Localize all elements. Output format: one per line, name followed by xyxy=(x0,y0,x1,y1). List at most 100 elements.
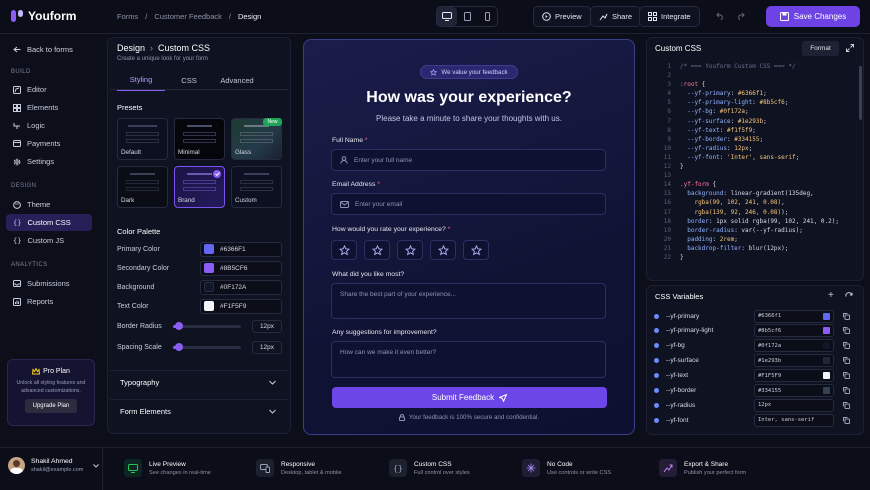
undo-icon[interactable] xyxy=(716,12,725,20)
css-code-editor[interactable]: 1/* === Youform Custom CSS === */2 3:root… xyxy=(653,62,853,262)
sidebar-item-settings[interactable]: Settings xyxy=(6,153,92,170)
add-variable-icon[interactable]: + xyxy=(828,291,834,301)
form-elements-accordion[interactable]: Form Elements xyxy=(110,399,288,423)
sidebar-item-custom-css[interactable]: {} Custom CSS xyxy=(6,214,92,231)
color-swatch[interactable] xyxy=(204,244,214,254)
variable-value-input[interactable]: #0f172a xyxy=(754,339,834,353)
breadcrumb-forms[interactable]: Forms xyxy=(117,12,138,21)
improve-textarea[interactable]: How can we make it even better? xyxy=(331,341,606,378)
share-label: Share xyxy=(612,12,633,21)
variable-swatch[interactable] xyxy=(823,387,830,394)
braces-icon: {} xyxy=(389,459,407,477)
full-name-input[interactable]: Enter your full name xyxy=(331,149,606,171)
desktop-view-button[interactable] xyxy=(437,7,457,26)
sidebar-item-logic[interactable]: Logic xyxy=(6,117,92,134)
format-button[interactable]: Format xyxy=(802,41,839,56)
copy-icon[interactable] xyxy=(843,327,850,335)
rating-star-5[interactable] xyxy=(463,240,489,260)
star-icon xyxy=(371,244,383,256)
variable-row: --yf-text #F1F5F9 xyxy=(654,369,854,383)
color-swatch[interactable] xyxy=(204,263,214,273)
copy-icon[interactable] xyxy=(843,416,850,424)
like-label: What did you like most? xyxy=(332,271,405,278)
logic-icon xyxy=(13,122,21,130)
submit-feedback-button[interactable]: Submit Feedback xyxy=(332,387,607,408)
design-panel-title: Design › Custom CSS xyxy=(117,43,211,53)
copy-icon[interactable] xyxy=(843,312,850,320)
border-radius-value[interactable]: 12px xyxy=(252,320,282,333)
variable-swatch[interactable] xyxy=(823,357,830,365)
mobile-view-button[interactable] xyxy=(477,7,497,26)
sidebar-item-theme[interactable]: Theme xyxy=(6,196,92,213)
user-profile[interactable]: Shakil Ahmed shakil@example.com xyxy=(8,457,100,474)
feature-live-preview: Live Preview See changes in real-time xyxy=(124,455,211,481)
breadcrumb-customer-feedback[interactable]: Customer Feedback xyxy=(154,12,222,21)
back-to-forms-link[interactable]: Back to forms xyxy=(13,45,73,54)
crown-icon xyxy=(32,368,41,375)
color-swatch[interactable] xyxy=(204,282,214,292)
sidebar-item-custom-js[interactable]: {} Custom JS xyxy=(6,232,92,249)
variable-value: Inter, sans-serif xyxy=(758,417,815,424)
spacing-scale-slider[interactable] xyxy=(172,343,241,351)
copy-icon[interactable] xyxy=(843,372,850,380)
palette-icon xyxy=(13,200,21,209)
sidebar-item-label: Elements xyxy=(27,103,59,112)
background-color-input[interactable]: #0F172A xyxy=(200,279,282,295)
spacing-scale-value[interactable]: 12px xyxy=(251,341,282,354)
rating-star-2[interactable] xyxy=(364,240,390,260)
text-color-input[interactable]: #F1F5F9 xyxy=(200,298,282,314)
sidebar-item-reports[interactable]: Reports xyxy=(6,293,92,310)
feature-responsive: Responsive Desktop, tablet & mobile xyxy=(256,455,342,481)
upgrade-plan-button[interactable]: Upgrade Plan xyxy=(25,399,77,413)
copy-icon[interactable] xyxy=(843,387,850,394)
email-input[interactable]: Enter your email xyxy=(331,193,606,215)
like-textarea[interactable]: Share the best part of your experience..… xyxy=(331,283,606,319)
copy-icon[interactable] xyxy=(843,357,850,365)
app-logo[interactable]: Youform xyxy=(10,9,76,23)
code-line: 4 --yf-primary: #6366f1; xyxy=(653,89,853,98)
variable-swatch[interactable] xyxy=(823,372,830,380)
variable-swatch[interactable] xyxy=(823,342,830,350)
rating-label: How would you rate your experience? * xyxy=(332,226,451,233)
sidebar-item-elements[interactable]: Elements xyxy=(6,99,92,116)
rating-star-4[interactable] xyxy=(430,240,456,260)
sidebar-item-editor[interactable]: Editor xyxy=(6,81,92,98)
form-title: How was your experience? xyxy=(366,89,572,106)
secondary-color-input[interactable]: #8B5CF6 xyxy=(200,260,282,276)
color-swatch[interactable] xyxy=(204,301,214,311)
variable-value-input[interactable]: #1e293b xyxy=(754,354,834,368)
sidebar-item-submissions[interactable]: Submissions xyxy=(6,275,92,292)
primary-color-input[interactable]: #6366F1 xyxy=(200,241,282,257)
feature-custom-css: {} Custom CSS Full control over styles xyxy=(389,455,470,481)
variable-value-input[interactable]: Inter, sans-serif xyxy=(754,413,834,427)
rating-star-1[interactable] xyxy=(331,240,357,260)
redo-icon[interactable] xyxy=(736,12,745,20)
copy-icon[interactable] xyxy=(843,401,850,409)
refresh-icon[interactable] xyxy=(845,292,853,300)
gear-icon xyxy=(13,158,21,166)
sidebar-item-payments[interactable]: Payments xyxy=(6,135,92,152)
typography-accordion[interactable]: Typography xyxy=(110,370,288,394)
variable-value: #8b5cf6 xyxy=(758,327,782,334)
variable-value-input[interactable]: #334155 xyxy=(754,384,834,397)
design-crumb[interactable]: Design xyxy=(117,43,145,53)
variable-value-input[interactable]: #8b5cf6 xyxy=(754,324,834,338)
variable-swatch[interactable] xyxy=(823,327,830,335)
variable-value-input[interactable]: #F1F5F9 xyxy=(754,369,834,383)
variable-value-input[interactable]: #6366f1 xyxy=(754,309,834,323)
variable-swatch[interactable] xyxy=(823,312,830,320)
variable-value-input[interactable]: 12px xyxy=(754,398,834,412)
code-scrollbar[interactable] xyxy=(859,66,862,120)
star-icon xyxy=(430,68,438,76)
border-radius-slider[interactable] xyxy=(172,322,241,330)
expand-icon[interactable] xyxy=(846,44,854,52)
save-changes-button[interactable]: Save Changes xyxy=(766,6,860,27)
feedback-pill: We value your feedback xyxy=(420,65,518,79)
copy-icon[interactable] xyxy=(843,342,850,350)
tablet-view-button[interactable] xyxy=(457,7,477,26)
rating-star-3[interactable] xyxy=(397,240,423,260)
preset-custom-label: Custom xyxy=(235,197,257,204)
preview-button[interactable]: Preview xyxy=(533,6,591,27)
integrate-button[interactable]: Integrate xyxy=(639,6,700,27)
share-button[interactable]: Share xyxy=(590,6,642,27)
